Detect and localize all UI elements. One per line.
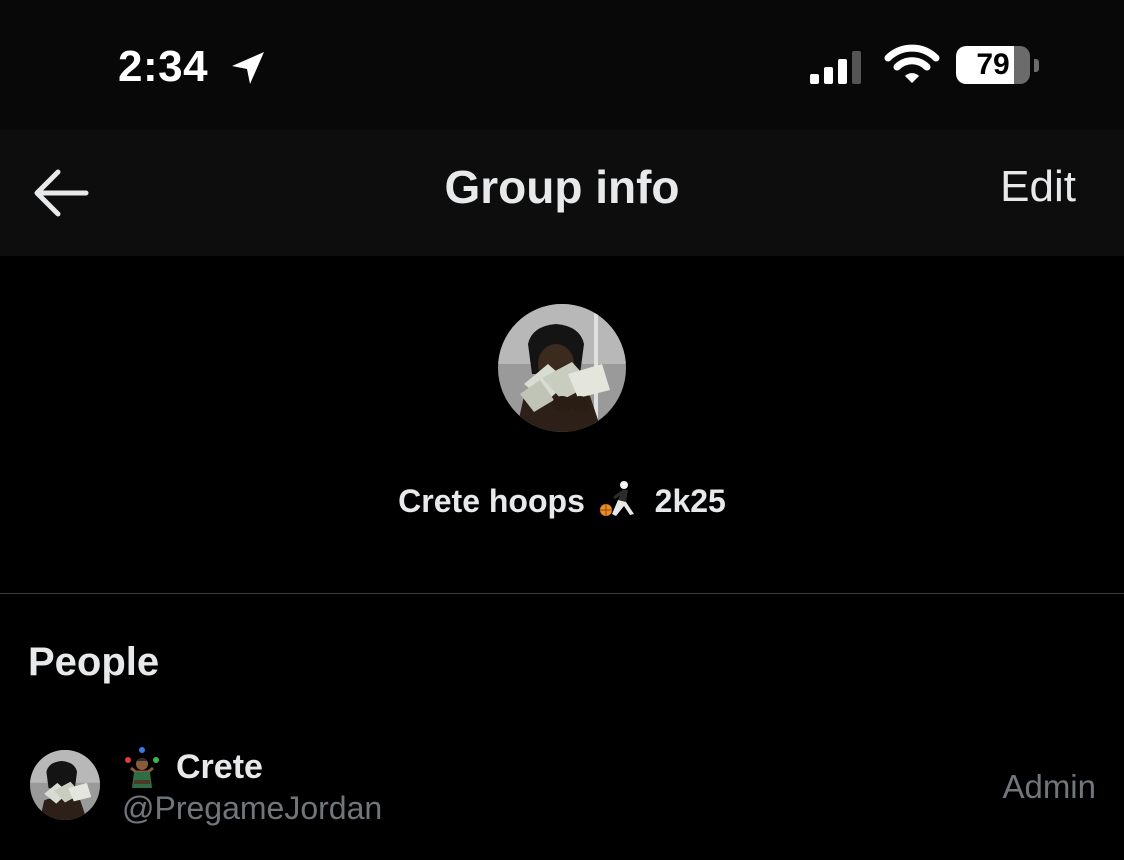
group-name: Crete hoops 2k25 <box>0 480 1124 520</box>
member-role-badge: Admin <box>1002 768 1096 805</box>
member-avatar[interactable] <box>30 750 100 820</box>
navigation-bar: Group info Edit <box>0 130 1124 256</box>
location-arrow-icon <box>232 52 264 84</box>
divider <box>0 593 1124 594</box>
battery-icon: 79 <box>956 46 1039 86</box>
wifi-icon <box>884 44 940 83</box>
member-row[interactable]: Crete @PregameJordan Admin <box>0 736 1124 836</box>
member-name: Crete <box>176 748 263 786</box>
battery-percent: 79 <box>976 48 1010 81</box>
group-avatar[interactable] <box>498 304 626 432</box>
juggling-person-emoji <box>125 747 159 788</box>
status-time: 2:34 <box>118 42 209 91</box>
member-handle: @PregameJordan <box>122 790 383 826</box>
group-info-screen: 2:34 79 Group info Edit Crete hoops 2k25… <box>0 0 1124 860</box>
cellular-signal-icon <box>810 51 861 84</box>
page-title: Group info <box>444 161 680 213</box>
edit-button[interactable]: Edit <box>1000 162 1076 212</box>
group-name-text: Crete hoops <box>398 483 585 519</box>
group-photo <box>498 304 626 432</box>
status-bar: 2:34 79 <box>0 0 1124 130</box>
people-section-title: People <box>28 640 160 684</box>
member-photo <box>30 750 100 820</box>
basketball-player-emoji <box>599 481 634 516</box>
group-name-year: 2k25 <box>654 483 726 519</box>
